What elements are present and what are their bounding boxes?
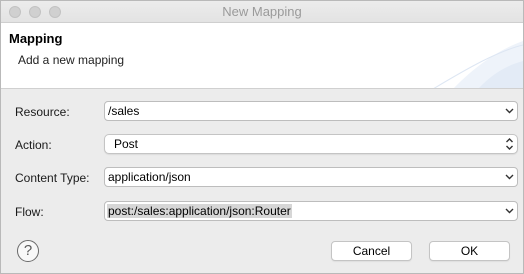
dialog-header: Mapping Add a new mapping xyxy=(1,23,523,89)
title-bar: New Mapping xyxy=(1,1,523,23)
action-label: Action: xyxy=(15,138,52,152)
cancel-button[interactable]: Cancel xyxy=(331,241,412,261)
chevron-down-icon[interactable] xyxy=(501,102,517,120)
flow-label: Flow: xyxy=(15,205,44,219)
resource-combo[interactable]: /sales xyxy=(104,101,518,121)
new-mapping-dialog: New Mapping Mapping Add a new mapping Re… xyxy=(0,0,524,274)
header-banner-graphic xyxy=(433,41,523,88)
header-subtitle: Add a new mapping xyxy=(18,53,125,67)
content-type-value[interactable]: application/json xyxy=(107,170,192,184)
chevron-down-icon[interactable] xyxy=(501,202,517,220)
content-type-combo[interactable]: application/json xyxy=(104,167,518,187)
resource-label: Resource: xyxy=(15,105,70,119)
flow-combo[interactable]: post:/sales:application/json:Router xyxy=(104,201,518,221)
window-title: New Mapping xyxy=(222,4,302,19)
action-select[interactable]: Post xyxy=(104,134,518,154)
help-icon[interactable]: ? xyxy=(17,240,39,262)
chevron-down-icon[interactable] xyxy=(501,168,517,186)
updown-chevron-icon xyxy=(505,137,514,156)
ok-button[interactable]: OK xyxy=(429,241,510,261)
resource-value[interactable]: /sales xyxy=(107,104,140,118)
flow-value[interactable]: post:/sales:application/json:Router xyxy=(107,204,292,218)
action-value: Post xyxy=(114,137,139,151)
content-type-label: Content Type: xyxy=(15,171,90,185)
header-title: Mapping xyxy=(9,31,63,46)
